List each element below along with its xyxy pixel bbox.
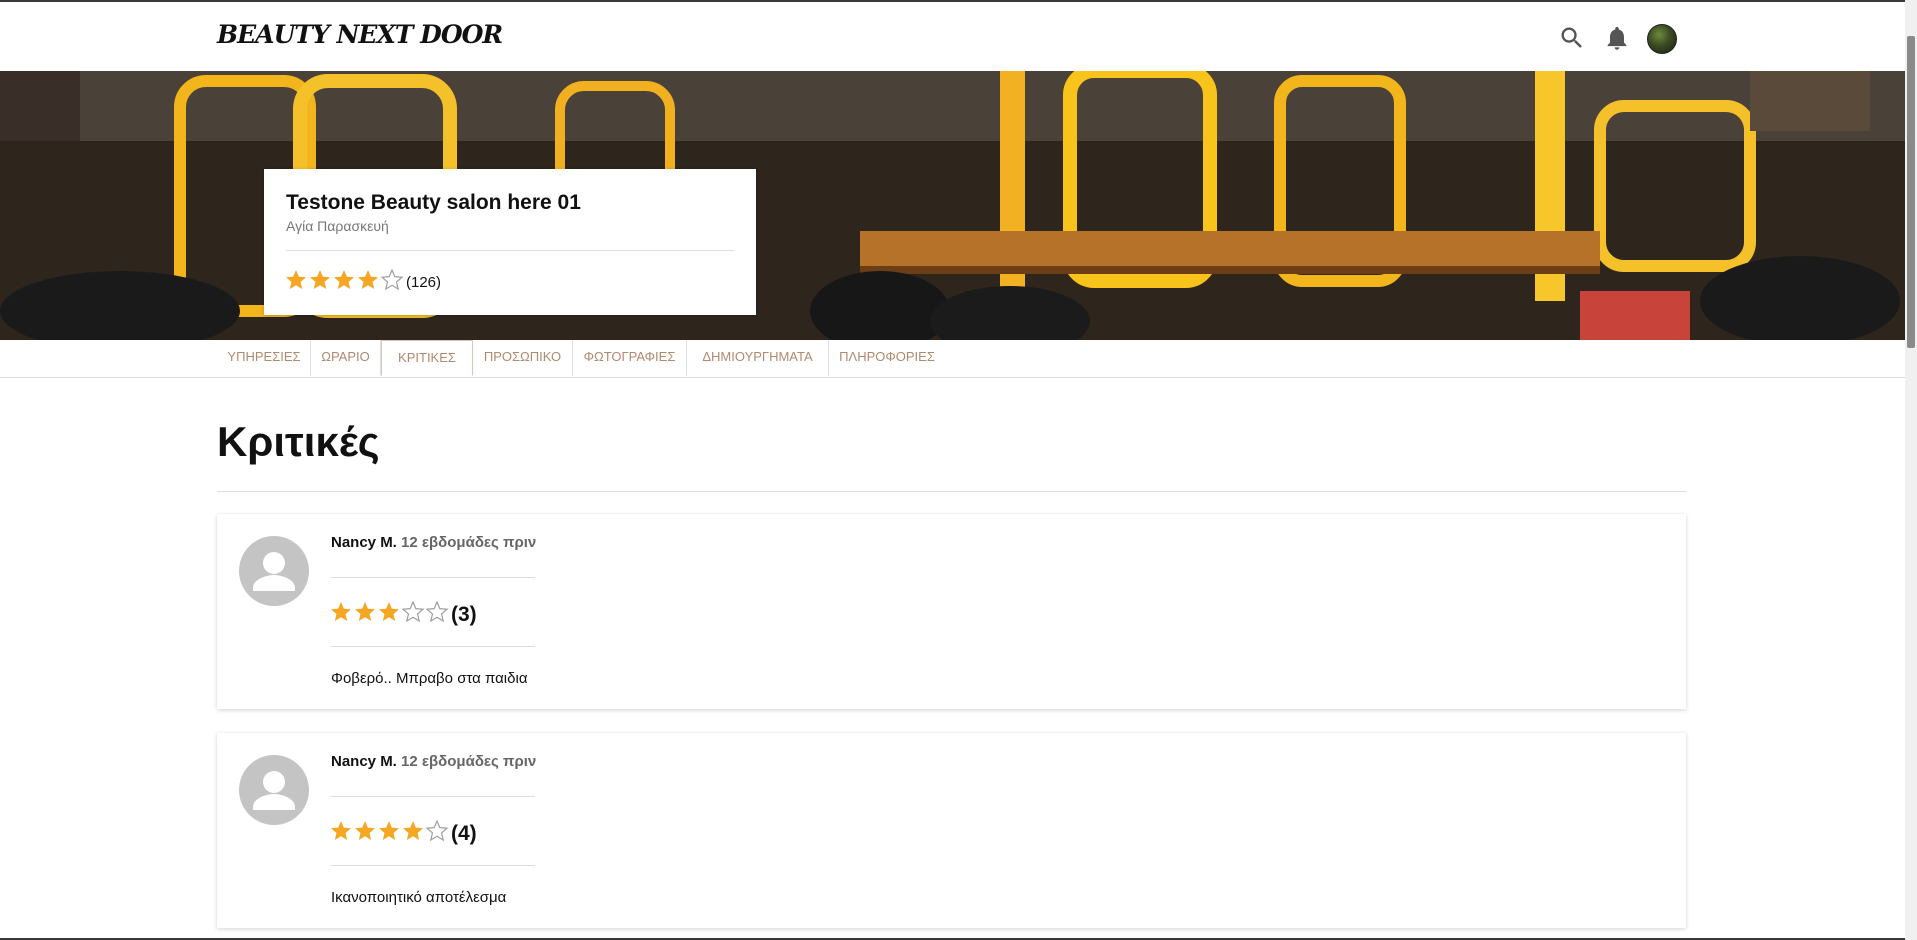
page-title: Κριτικές [217,418,380,465]
divider [331,577,535,578]
divider [286,250,734,251]
top-header: BEAUTY NEXT DOOR [0,2,1905,71]
salon-info-card: Testone Beauty salon here 01 Αγία Παρασκ… [264,169,756,315]
user-avatar-placeholder-icon [239,755,309,825]
tab-creations[interactable]: ΔΗΜΙΟΥΡΓΗΜΑΤΑ [687,340,829,376]
star-icon [353,819,377,848]
tab-photos[interactable]: ΦΩΤΟΓΡΑΦΙΕΣ [573,340,687,376]
divider [331,796,535,797]
star-icon [401,819,425,848]
review-rating: (3) [329,600,477,629]
star-icon [329,819,353,848]
star-icon [308,268,332,297]
review-count: (126) [406,274,442,291]
tab-reviews[interactable]: ΚΡΙΤΙΚΕΣ [381,340,473,376]
review-header: Nancy M. 12 εβδομάδες πριν [331,534,536,551]
salon-rating: (126) [284,268,441,297]
review-card: Nancy M. 12 εβδομάδες πριν (3) Φοβερό.. … [217,514,1686,709]
reviewer-name: Nancy M. [331,753,397,770]
salon-location: Αγία Παρασκευή [286,218,389,234]
review-rating-value: (4) [451,821,477,845]
tab-services[interactable]: ΥΠΗΡΕΣΙΕΣ [218,340,311,376]
page-scrollbar[interactable] [1905,0,1917,940]
tab-staff[interactable]: ΠΡΟΣΩΠΙΚΟ [473,340,573,376]
search-icon[interactable] [1558,24,1586,52]
star-outline-icon [425,819,449,848]
star-icon [377,819,401,848]
star-outline-icon [425,600,449,629]
star-icon [329,600,353,629]
divider [331,646,535,647]
bell-icon[interactable] [1603,24,1631,52]
scrollbar-thumb[interactable] [1907,36,1915,348]
star-icon [377,600,401,629]
review-text: Ικανοποιητικό αποτέλεσμα [331,889,507,906]
site-logo[interactable]: BEAUTY NEXT DOOR [217,20,503,49]
star-outline-icon [380,268,404,297]
star-icon [332,268,356,297]
star-icon [353,600,377,629]
tab-info[interactable]: ΠΛΗΡΟΦΟΡΙΕΣ [829,340,945,376]
review-time: 12 εβδομάδες πριν [401,753,537,770]
reviewer-name: Nancy M. [331,534,397,551]
divider [331,865,535,866]
tab-hours[interactable]: ΩΡΑΡΙΟ [311,340,381,376]
review-rating: (4) [329,819,477,848]
review-card: Nancy M. 12 εβδομάδες πριν (4) Ικανοποιη… [217,733,1686,928]
salon-name: Testone Beauty salon here 01 [286,191,581,214]
review-text: Φοβερό.. Μπραβο στα παιδια [331,670,528,687]
salon-tabs: ΥΠΗΡΕΣΙΕΣ ΩΡΑΡΙΟ ΚΡΙΤΙΚΕΣ ΠΡΟΣΩΠΙΚΟ ΦΩΤΟ… [0,340,1905,378]
star-icon [284,268,308,297]
star-outline-icon [401,600,425,629]
user-avatar-placeholder-icon [239,536,309,606]
review-rating-value: (3) [451,602,477,626]
divider [217,491,1686,492]
review-time: 12 εβδομάδες πριν [401,534,537,551]
star-icon [356,268,380,297]
review-header: Nancy M. 12 εβδομάδες πριν [331,753,536,770]
user-avatar[interactable] [1647,24,1677,54]
